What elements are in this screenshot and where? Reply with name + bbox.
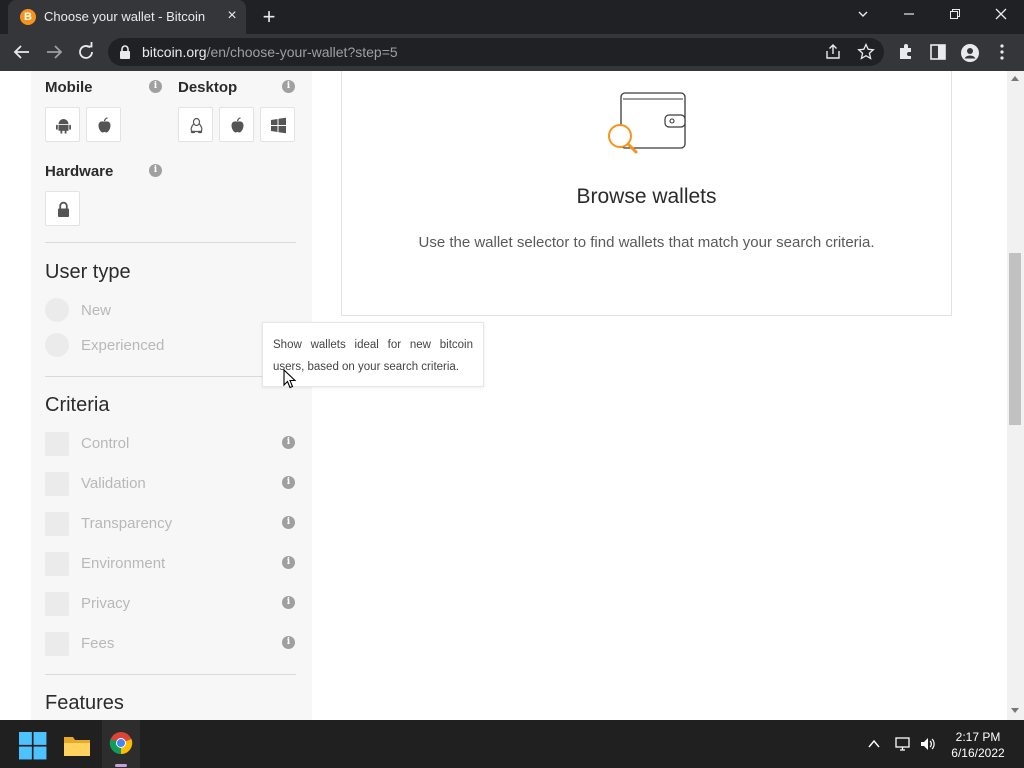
chevron-up-icon[interactable] (867, 737, 881, 751)
checkbox-control[interactable] (45, 432, 69, 456)
control-info-icon[interactable]: i (282, 436, 295, 449)
criteria-heading: Criteria (45, 394, 110, 416)
user-type-option-label[interactable]: Experienced (81, 337, 164, 354)
tab-search-icon[interactable] (840, 0, 886, 32)
side-panel-icon[interactable] (929, 43, 947, 61)
hardware-label: Hardware (45, 163, 114, 180)
browser-tab[interactable]: B Choose your wallet - Bitcoin × (8, 0, 246, 34)
criteria-option-label[interactable]: Fees (81, 635, 114, 652)
url-path: /en/choose-your-wallet?step=5 (206, 44, 398, 60)
environment-info-icon[interactable]: i (282, 556, 295, 569)
validation-info-icon[interactable]: i (282, 476, 295, 489)
lock-icon[interactable] (118, 44, 132, 60)
url-domain: bitcoin.org (142, 44, 207, 60)
card-title: Browse wallets (576, 185, 717, 208)
reload-icon[interactable] (73, 39, 99, 65)
linux-tux-icon (190, 117, 203, 134)
transparency-info-icon[interactable]: i (282, 516, 295, 529)
divider (45, 376, 296, 377)
scroll-down-icon[interactable] (1011, 708, 1019, 713)
radio-new[interactable] (45, 298, 69, 322)
privacy-info-icon[interactable]: i (282, 596, 295, 609)
profile-avatar-icon[interactable] (960, 43, 980, 63)
windows-start-icon[interactable] (19, 732, 47, 760)
window-close-icon[interactable] (978, 0, 1024, 32)
checkbox-privacy[interactable] (45, 592, 69, 616)
active-app-indicator (115, 764, 127, 767)
bookmark-star-icon[interactable] (857, 43, 875, 61)
hardware-wallet-button[interactable] (45, 191, 80, 226)
tab-title: Choose your wallet - Bitcoin (44, 9, 206, 24)
ios-button[interactable] (86, 107, 121, 142)
minimize-icon[interactable] (886, 0, 932, 32)
back-icon[interactable] (9, 39, 35, 65)
criteria-option-label[interactable]: Validation (81, 475, 146, 492)
criteria-option-label[interactable]: Control (81, 435, 129, 452)
user-type-option-label[interactable]: New (81, 302, 111, 319)
network-icon[interactable] (894, 735, 912, 753)
card-description: Use the wallet selector to find wallets … (418, 234, 875, 251)
share-icon[interactable] (824, 43, 842, 61)
clock-date: 6/16/2022 (951, 746, 1005, 760)
address-bar[interactable]: bitcoin.org/en/choose-your-wallet?step=5 (108, 38, 884, 66)
new-tab-icon[interactable]: + (258, 6, 280, 28)
desktop-label: Desktop (178, 79, 238, 96)
linux-button[interactable] (178, 107, 213, 142)
browse-wallets-card: Browse wallets Use the wallet selector t… (341, 71, 952, 316)
divider (45, 242, 296, 243)
restore-icon[interactable] (932, 0, 978, 32)
windows-taskbar: 2:17 PM 6/16/2022 (0, 720, 1024, 768)
url-text[interactable]: bitcoin.org/en/choose-your-wallet?step=5 (142, 44, 398, 60)
divider (45, 674, 296, 675)
checkbox-validation[interactable] (45, 472, 69, 496)
page-scrollbar[interactable] (1007, 71, 1024, 720)
forward-icon[interactable] (41, 39, 67, 65)
android-icon (56, 119, 71, 134)
criteria-option-label[interactable]: Transparency (81, 515, 172, 532)
wallet-search-icon (608, 92, 686, 154)
hardware-info-icon[interactable]: i (149, 164, 162, 177)
features-heading: Features (45, 692, 124, 714)
chrome-icon (109, 732, 133, 755)
checkbox-environment[interactable] (45, 552, 69, 576)
windows-button[interactable] (260, 107, 295, 142)
checkbox-fees[interactable] (45, 632, 69, 656)
tab-bar: B Choose your wallet - Bitcoin × + (0, 0, 1024, 34)
macos-button[interactable] (219, 107, 254, 142)
tab-close-icon[interactable]: × (224, 8, 240, 24)
mobile-info-icon[interactable]: i (149, 80, 162, 93)
filter-sidebar: Mobile i Desktop i Hardware i User type … (31, 71, 312, 720)
file-explorer-icon[interactable] (63, 732, 91, 760)
user-type-heading: User type (45, 261, 131, 283)
volume-icon[interactable] (919, 735, 937, 753)
checkbox-transparency[interactable] (45, 512, 69, 536)
bitcoin-favicon-icon: B (20, 9, 36, 25)
mobile-label: Mobile (45, 79, 93, 96)
extensions-icon[interactable] (897, 43, 915, 61)
scroll-thumb[interactable] (1009, 253, 1021, 425)
browser-toolbar: bitcoin.org/en/choose-your-wallet?step=5 (0, 34, 1024, 71)
chrome-taskbar-button[interactable] (102, 720, 140, 768)
apple-icon (98, 117, 111, 133)
desktop-info-icon[interactable]: i (282, 80, 295, 93)
page-viewport: Mobile i Desktop i Hardware i User type … (0, 71, 1024, 720)
windows-icon (271, 117, 286, 134)
apple-icon (231, 117, 244, 133)
clock-time: 2:17 PM (955, 730, 1001, 744)
browser-menu-icon[interactable] (996, 43, 1008, 61)
scroll-up-icon[interactable] (1011, 76, 1019, 81)
android-button[interactable] (45, 107, 80, 142)
criteria-option-label[interactable]: Privacy (81, 595, 130, 612)
criteria-option-label[interactable]: Environment (81, 555, 165, 572)
system-clock[interactable]: 2:17 PM 6/16/2022 (940, 729, 1016, 761)
fees-info-icon[interactable]: i (282, 636, 295, 649)
mouse-cursor-icon (283, 369, 297, 389)
lock-icon (58, 201, 69, 217)
radio-experienced[interactable] (45, 333, 69, 357)
